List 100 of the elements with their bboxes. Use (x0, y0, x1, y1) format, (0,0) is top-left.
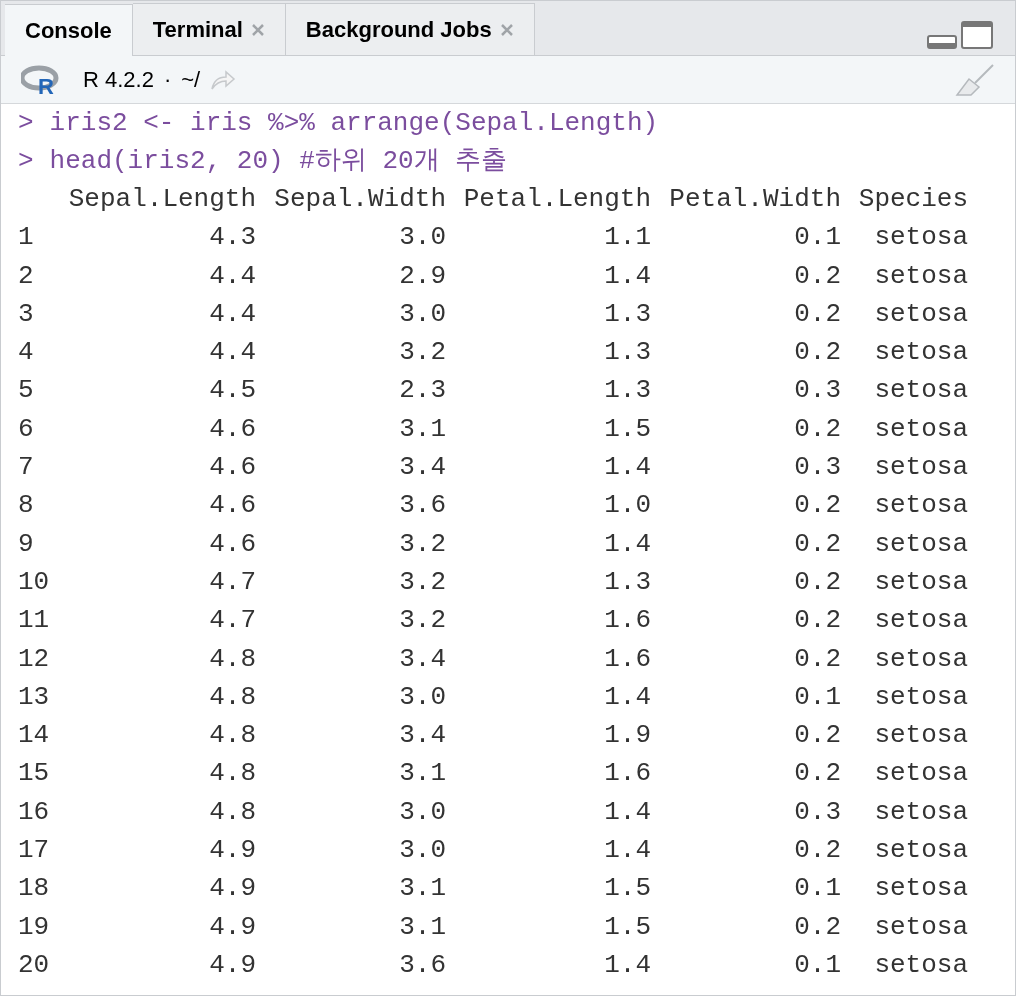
table-cell-text: 2.9 (399, 259, 446, 293)
table-cell-text: 1.4 (604, 948, 651, 982)
table-cell-text: 3.6 (399, 489, 446, 523)
table-cell-text: 1.5 (604, 872, 651, 906)
table-cell-text: setosa (874, 910, 968, 944)
table-cell-text: 3.2 (399, 604, 446, 638)
minimize-icon[interactable] (927, 35, 957, 49)
table-cell-text: 3.1 (399, 757, 446, 791)
row-number: 20 (18, 948, 50, 982)
table-cell-text: 0.2 (794, 259, 841, 293)
table-cell-text: 0.2 (794, 642, 841, 676)
prompt: > (18, 144, 34, 178)
table-cell-text: 4.9 (209, 910, 256, 944)
table-cell-text: 3.1 (399, 910, 446, 944)
close-icon[interactable] (499, 22, 514, 37)
table-cell-text: 1.4 (604, 527, 651, 561)
row-number: 2 (18, 259, 34, 293)
column-header: Petal.Width (669, 183, 841, 216)
tab[interactable]: Background Jobs (285, 3, 535, 55)
table-cell-text: 4.7 (209, 604, 256, 638)
table-cell-text: 1.6 (604, 757, 651, 791)
table-cell-text: 1.4 (604, 680, 651, 714)
table-cell-text: 3.6 (399, 948, 446, 982)
table-cell-text: 1.3 (604, 374, 651, 408)
table-cell-text: 4.6 (209, 451, 256, 485)
table-cell-text: setosa (874, 374, 968, 408)
table-cell-text: setosa (874, 451, 968, 485)
table-cell-text: setosa (874, 680, 968, 714)
table-cell-text: 0.3 (794, 374, 841, 408)
table-cell-text: setosa (874, 948, 968, 982)
close-icon[interactable] (250, 22, 265, 37)
table-cell-text: 0.2 (794, 757, 841, 791)
table-cell-text: setosa (874, 872, 968, 906)
table-cell-text: 0.2 (794, 719, 841, 753)
table-cell-text: 4.4 (209, 259, 256, 293)
table-cell-text: setosa (874, 297, 968, 331)
table-cell-text: 1.4 (604, 259, 651, 293)
table-cell-text: setosa (874, 221, 968, 255)
row-number: 14 (18, 719, 50, 753)
table-cell-text: 3.2 (399, 527, 446, 561)
table-cell-text: 1.3 (604, 565, 651, 599)
row-number: 12 (18, 642, 50, 676)
table-cell-text: 3.0 (399, 221, 446, 255)
prompt: > (18, 107, 34, 141)
tab[interactable]: Console (5, 4, 133, 56)
table-cell-text: 4.9 (209, 872, 256, 906)
tab[interactable]: Terminal (132, 3, 286, 55)
table-cell-text: 0.2 (794, 604, 841, 638)
maximize-icon[interactable] (961, 21, 993, 49)
table-cell-text: 4.5 (209, 374, 256, 408)
column-header: Petal.Length (463, 183, 651, 216)
table-cell-text: 4.8 (209, 680, 256, 714)
table-cell-text: 4.4 (209, 297, 256, 331)
table-cell-text: 3.0 (399, 297, 446, 331)
table-cell-text: setosa (874, 527, 968, 561)
table-cell-text: 3.0 (399, 795, 446, 829)
table-cell-text: 1.6 (604, 604, 651, 638)
table-cell-text: 0.1 (794, 872, 841, 906)
row-number: 17 (18, 834, 50, 868)
table-cell-text: setosa (874, 795, 968, 829)
table-cell-text: setosa (874, 336, 968, 370)
row-number: 11 (18, 604, 50, 638)
table-cell-text: setosa (874, 565, 968, 599)
table-cell-text: setosa (874, 757, 968, 791)
table-cell-text: 3.0 (399, 834, 446, 868)
table-cell-text: 0.3 (794, 795, 841, 829)
table-cell-text: 4.8 (209, 642, 256, 676)
table-cell-text: setosa (874, 642, 968, 676)
table-cell-text: 4.8 (209, 757, 256, 791)
column-header: Species (858, 183, 968, 216)
row-number: 1 (18, 221, 34, 255)
column-header: Sepal.Length (68, 183, 256, 216)
command-text: head(iris2, 20) #하위 20개 추출 (49, 144, 508, 178)
table-cell-text: 3.2 (399, 565, 446, 599)
table-cell-text: 4.3 (209, 221, 256, 255)
table-cell-text: 1.4 (604, 795, 651, 829)
table-cell-text: 0.2 (794, 565, 841, 599)
row-number: 7 (18, 451, 34, 485)
table-cell-text: setosa (874, 834, 968, 868)
row-number: 18 (18, 872, 50, 906)
table-cell-text: 4.6 (209, 527, 256, 561)
table-cell-text: 1.1 (604, 221, 651, 255)
table-cell-text: 0.2 (794, 297, 841, 331)
working-directory[interactable]: ~/ (181, 63, 201, 96)
table-cell-text: 0.2 (794, 336, 841, 370)
table-cell-text: 3.4 (399, 642, 446, 676)
table-cell-text: setosa (874, 412, 968, 446)
table-cell-text: 0.2 (794, 910, 841, 944)
table-cell-text: 3.2 (399, 336, 446, 370)
table-cell-text: 1.5 (604, 412, 651, 446)
row-number: 10 (18, 565, 50, 599)
forward-arrow-icon[interactable] (210, 68, 237, 91)
broom-icon[interactable] (955, 62, 995, 97)
column-header: Sepal.Width (274, 183, 446, 216)
table-cell-text: setosa (874, 604, 968, 638)
table-cell-text: 4.4 (209, 336, 256, 370)
table-cell-text: 3.4 (399, 451, 446, 485)
table-cell-text: 3.1 (399, 872, 446, 906)
table-cell-text: 0.1 (794, 680, 841, 714)
table-cell-text: 1.5 (604, 910, 651, 944)
